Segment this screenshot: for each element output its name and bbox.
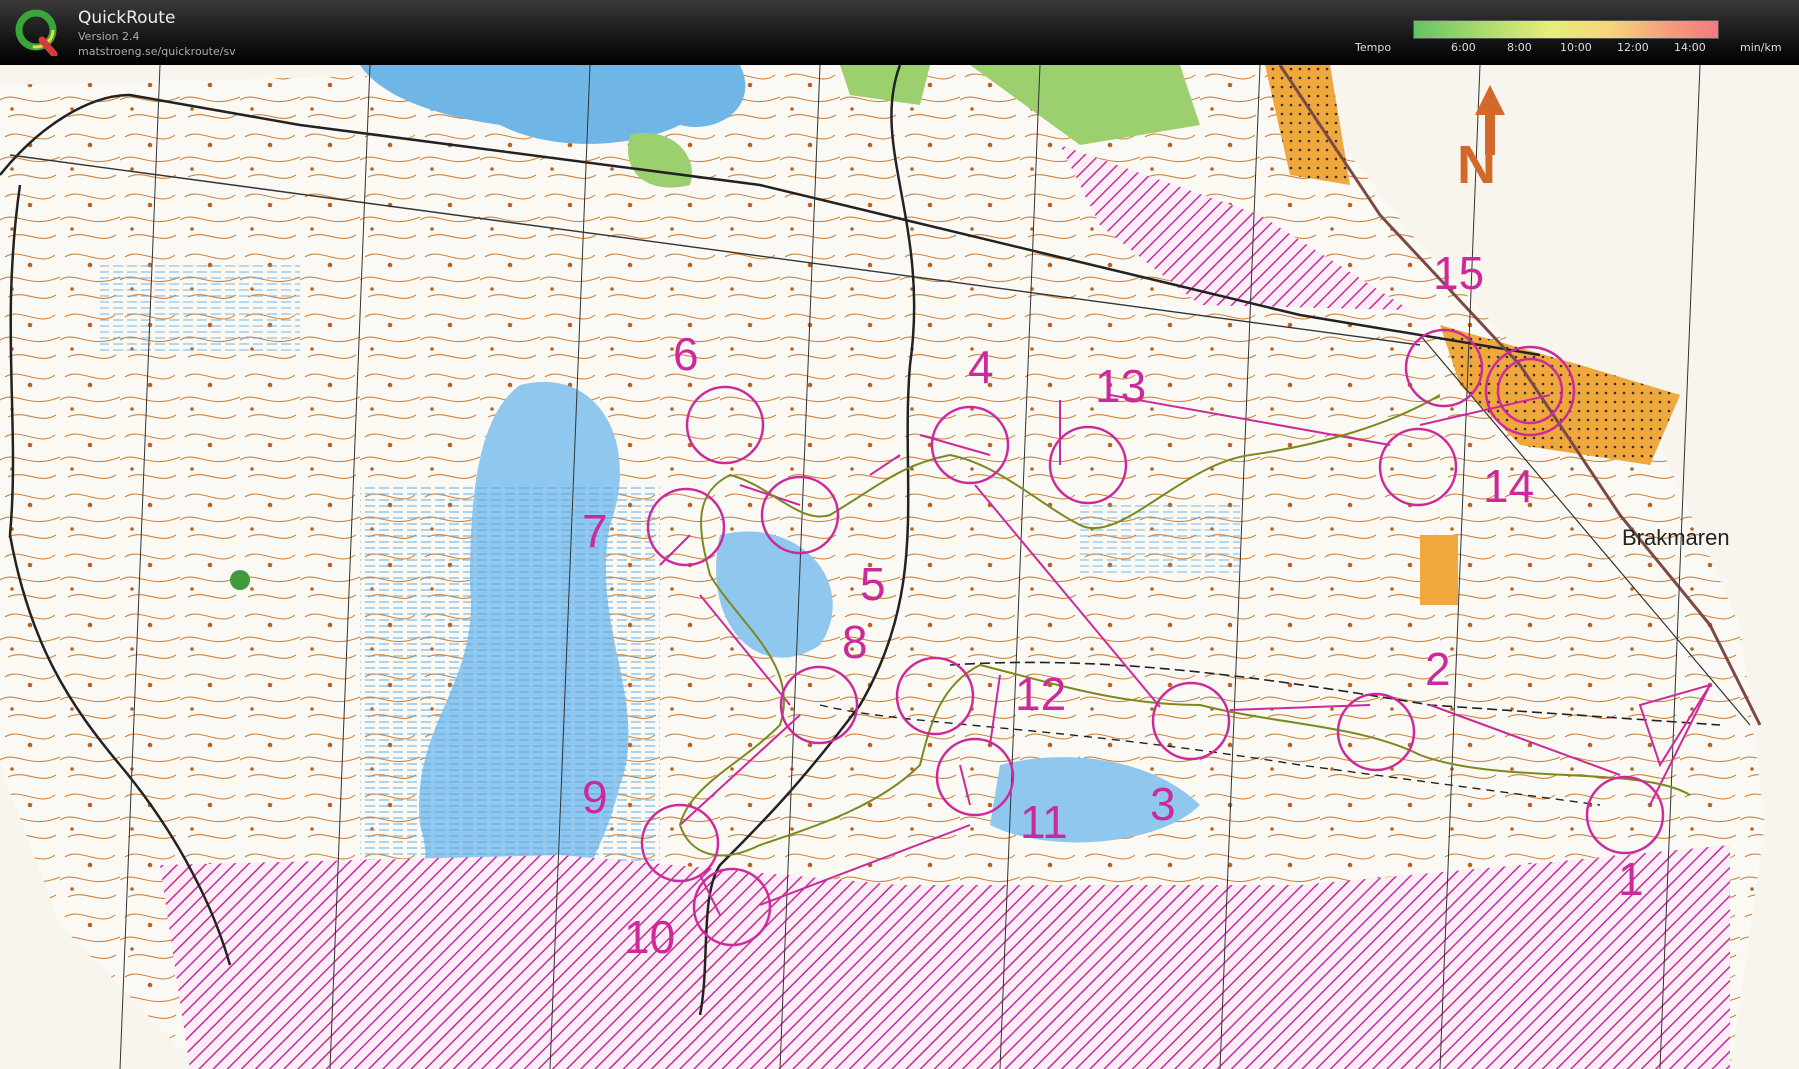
- control-number: 2: [1425, 643, 1451, 695]
- control-number: 11: [1020, 796, 1068, 848]
- control-number: 13: [1095, 360, 1146, 412]
- control-number: 12: [1015, 668, 1066, 720]
- title-bar: QuickRoute Version 2.4 matstroeng.se/qui…: [0, 0, 1799, 65]
- control-number: 4: [968, 341, 994, 393]
- green-spot: [230, 570, 250, 590]
- app-name: QuickRoute: [78, 8, 176, 28]
- place-name: Brakmaren: [1622, 525, 1730, 550]
- open-land-small: [1420, 535, 1458, 605]
- svg-text:N: N: [1457, 135, 1496, 195]
- tempo-label: Tempo: [1355, 41, 1392, 54]
- control-number: 7: [582, 505, 608, 557]
- control-number: 8: [842, 616, 868, 668]
- control-number: 1: [1618, 853, 1644, 905]
- control-number: 3: [1150, 778, 1176, 830]
- control-number: 10: [624, 911, 675, 963]
- quickroute-logo-icon: [15, 9, 58, 56]
- marsh-area: [100, 265, 300, 355]
- control-number: 9: [582, 771, 608, 823]
- tempo-color-scale: [1413, 20, 1719, 39]
- app-url[interactable]: matstroeng.se/quickroute/sv: [78, 45, 236, 58]
- tempo-tick: 6:00: [1451, 41, 1476, 54]
- tempo-tick: 12:00: [1617, 41, 1649, 54]
- tempo-unit: min/km: [1740, 41, 1782, 54]
- control-number: 14: [1483, 460, 1534, 512]
- app-version: Version 2.4: [78, 30, 140, 43]
- control-number: 5: [860, 558, 886, 610]
- control-number: 6: [673, 328, 699, 380]
- orienteering-map[interactable]: N 1 2 3 4 5 6 7 8 9 10 11 12 13 14 15 Br…: [0, 65, 1799, 1069]
- marsh-area: [1080, 505, 1240, 575]
- control-number: 15: [1433, 247, 1484, 299]
- marsh-area: [360, 485, 660, 865]
- tempo-tick: 8:00: [1507, 41, 1532, 54]
- tempo-tick: 10:00: [1560, 41, 1592, 54]
- tempo-tick: 14:00: [1674, 41, 1706, 54]
